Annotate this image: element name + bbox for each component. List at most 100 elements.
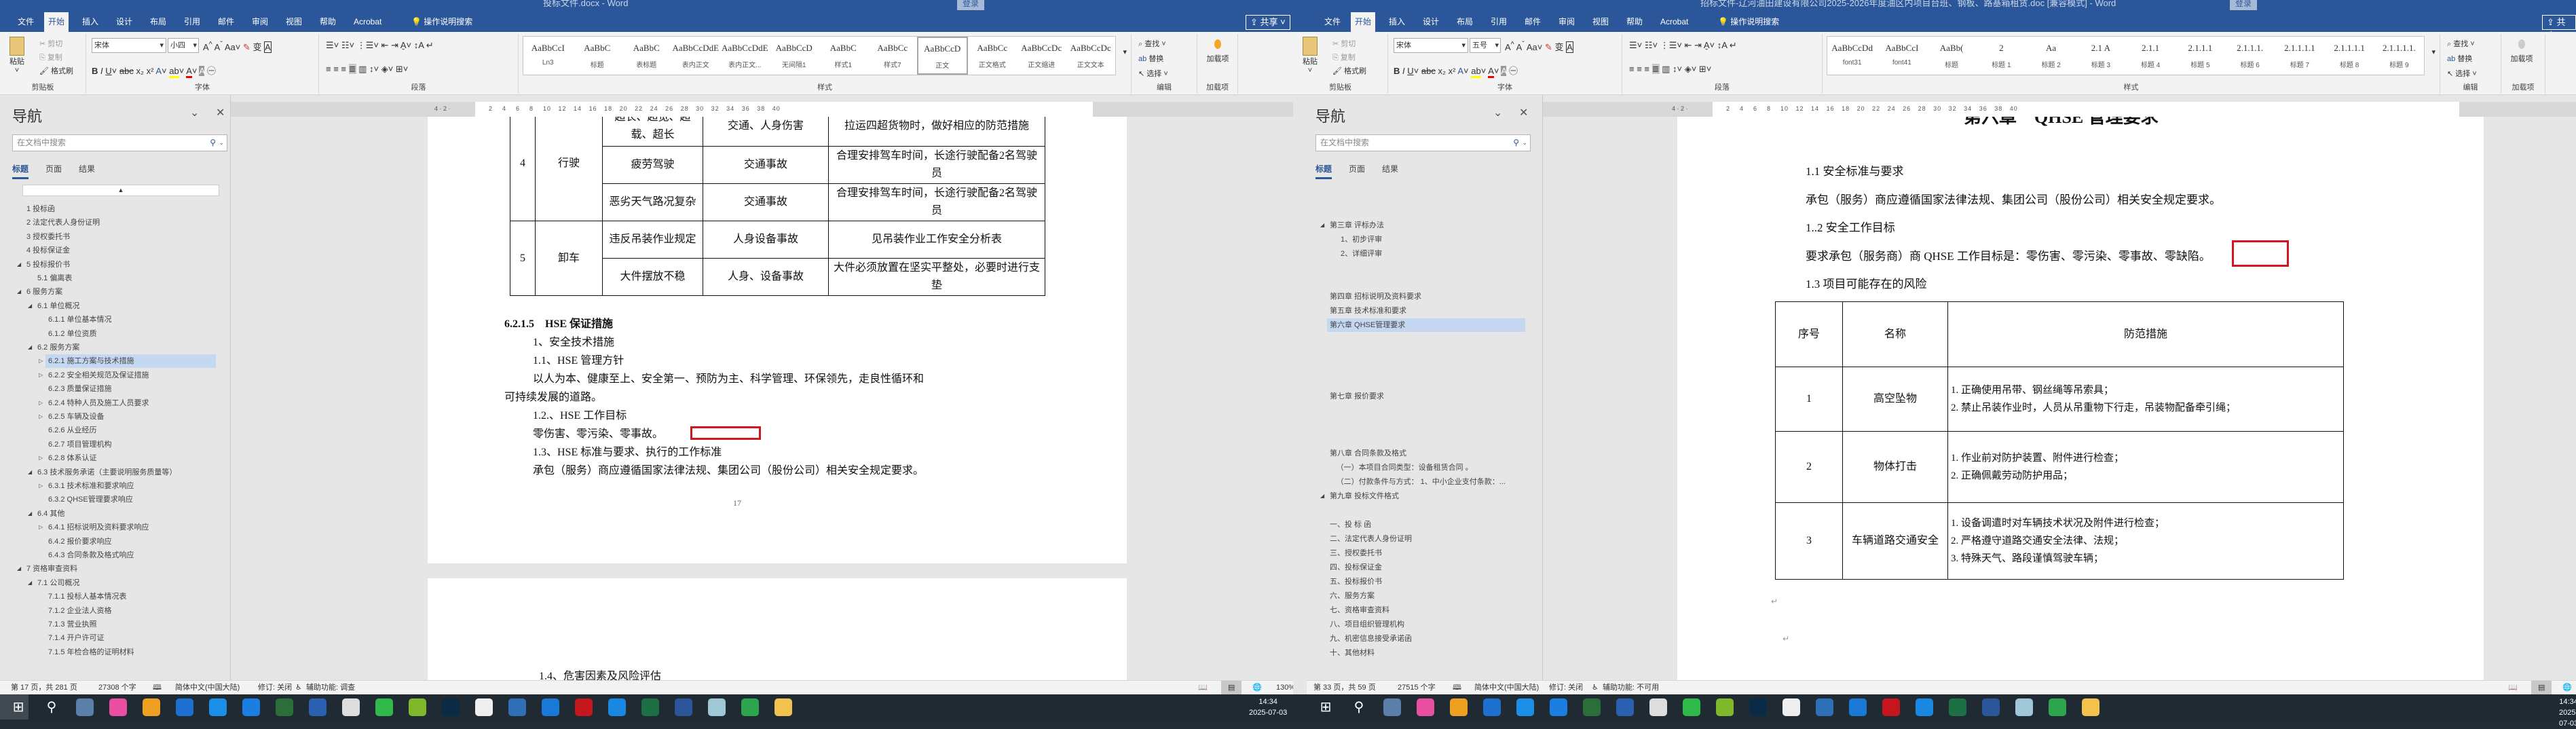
expand-triangle-icon[interactable]: ▷ xyxy=(39,400,43,406)
nav-heading-item[interactable]: 第六章 QHSE管理要求 xyxy=(1327,318,1525,332)
tab-5[interactable]: 引用 xyxy=(1487,12,1511,32)
accessibility-status[interactable]: 辅助功能: 调查 xyxy=(306,681,355,694)
close-icon[interactable]: ✕ xyxy=(216,106,225,119)
nav-heading-item[interactable]: 6.2.3 质量保证措施 xyxy=(45,382,112,396)
tab-7[interactable]: 审阅 xyxy=(248,12,272,32)
horizontal-ruler[interactable]: 4 · 2 · 2 4 6 8 10 12 14 16 18 20 22 24 2… xyxy=(1543,102,2576,117)
nav-heading-item[interactable]: 第五章 技术标准和要求 xyxy=(1327,304,1406,318)
style-item[interactable]: AaBbCcDdE 表内正文 xyxy=(671,37,721,75)
document-body[interactable]: 1.1 安全标准与要求 承包（服务）商应遵循国家法律法规、集团公司（股份公司）相关… xyxy=(1806,157,2221,299)
replace-button[interactable]: ab 替换 xyxy=(2447,53,2472,64)
dark-app-icon[interactable] xyxy=(1583,698,1601,716)
nav-heading-item[interactable]: 第三章 评标办法 xyxy=(1327,219,1384,232)
track-changes[interactable]: 修订: 关闭 xyxy=(1549,681,1583,694)
nav-heading-item[interactable]: 第九章 投标文件格式 xyxy=(1327,489,1399,503)
proofing-icon[interactable]: 🕮 xyxy=(153,681,162,694)
language[interactable]: 简体中文(中国大陆) xyxy=(175,681,240,694)
tab-8[interactable]: 视图 xyxy=(1588,12,1613,32)
web-layout-icon[interactable]: 🌐 xyxy=(2562,681,2572,694)
close-icon[interactable]: ✕ xyxy=(1519,106,1528,119)
nav-heading-item[interactable]: 7.1.1 投标人基本情况表 xyxy=(45,590,127,603)
nav-tab-2[interactable]: 结果 xyxy=(1382,163,1398,174)
tab-3[interactable]: 设计 xyxy=(112,12,136,32)
word-count[interactable]: 27308 个字 xyxy=(98,681,136,694)
nav-tab-2[interactable]: 结果 xyxy=(79,163,95,174)
tab-1[interactable]: 开始 xyxy=(1351,12,1376,32)
font-format-row[interactable]: B I U˅ abc x₂ x² A˅ ab˅ A˅ A ㊀ xyxy=(92,64,216,78)
xd-app-icon[interactable] xyxy=(1816,698,1833,716)
tab-2[interactable]: 插入 xyxy=(78,12,102,32)
xd-app-icon[interactable] xyxy=(508,698,526,716)
nav-heading-item[interactable]: 三、授权委托书 xyxy=(1327,546,1382,560)
nav-heading-item[interactable]: 十、其他材料 xyxy=(1327,646,1375,660)
calculator-icon[interactable] xyxy=(76,698,94,716)
track-changes[interactable]: 修订: 关闭 xyxy=(258,681,292,694)
accessibility-icon[interactable]: ♿︎ xyxy=(1592,681,1599,694)
nav-heading-item[interactable] xyxy=(1327,504,1330,517)
tab-3[interactable]: 设计 xyxy=(1419,12,1443,32)
search-app-icon[interactable] xyxy=(1849,698,1867,716)
photoshop-icon[interactable] xyxy=(442,698,460,716)
dots-app-icon[interactable] xyxy=(1483,698,1501,716)
collapse-triangle-icon[interactable]: ◢ xyxy=(28,580,32,586)
tab-9[interactable]: 帮助 xyxy=(1622,12,1647,32)
style-item[interactable]: AaBbCcI font41 xyxy=(1877,37,1926,75)
collapse-triangle-icon[interactable]: ◢ xyxy=(17,565,21,572)
ring-app-icon[interactable] xyxy=(1550,698,1567,716)
nav-heading-item[interactable]: 7.1 公司概况 xyxy=(35,576,79,590)
nav-heading-item[interactable]: 6.2.4 特种人员及施工人员要求 xyxy=(45,396,149,410)
nav-heading-item[interactable]: 六、服务方案 xyxy=(1327,589,1375,603)
nav-heading-item[interactable]: 第四章 招标说明及资料要求 xyxy=(1327,290,1421,303)
browser-app-icon[interactable] xyxy=(1916,698,1933,716)
globe-app-icon[interactable] xyxy=(1616,698,1634,716)
expand-triangle-icon[interactable]: ▷ xyxy=(39,358,43,364)
paste-button[interactable]: 粘贴 ˅ xyxy=(1303,37,1318,75)
paste-button[interactable]: 粘贴 ˅ xyxy=(10,37,24,75)
nav-heading-item[interactable]: 7.1.4 开户许可证 xyxy=(45,631,105,645)
cut-button[interactable]: ✂ 剪切 xyxy=(1332,38,1356,49)
acrobat-icon[interactable] xyxy=(1882,698,1900,716)
green-pen-app-icon[interactable] xyxy=(1716,698,1734,716)
chevron-down-icon[interactable]: ⌄ xyxy=(219,135,224,151)
addins-button[interactable]: 加载项 xyxy=(1206,39,1230,64)
word-count[interactable]: 27515 个字 xyxy=(1398,681,1436,694)
page-count[interactable]: 第 17 页，共 281 页 xyxy=(11,681,77,694)
expand-triangle-icon[interactable]: ▷ xyxy=(39,524,43,530)
nav-heading-item[interactable]: 6.4.3 合同条款及格式响应 xyxy=(45,548,134,562)
nav-heading-item[interactable]: 6.2.8 体系认证 xyxy=(45,451,97,465)
document-body[interactable]: 6.2.1.5 HSE 保证措施 1、安全技术措施 1.1、HSE 管理方针 以人为本… xyxy=(504,315,1041,480)
style-item[interactable]: 2.1.1.1.1 标题 7 xyxy=(2275,37,2324,75)
tab-10[interactable]: Acrobat xyxy=(350,12,386,32)
font-size-select[interactable]: 小四 ▾ xyxy=(168,38,199,53)
nav-heading-item[interactable]: 6.4.1 招标说明及资料要求响应 xyxy=(45,521,149,534)
nav-heading-item[interactable]: 6.1 单位概况 xyxy=(35,299,79,313)
nav-heading-item[interactable]: 6.3 技术服务承诺（主要说明服务质量等） xyxy=(35,466,176,479)
nav-heading-item[interactable]: 五、投标报价书 xyxy=(1327,575,1382,588)
select-button[interactable]: ↖ 选择 ˅ xyxy=(2447,68,2477,79)
phone-app-icon[interactable] xyxy=(342,698,360,716)
expand-triangle-icon[interactable]: ▷ xyxy=(39,372,43,378)
nav-heading-item[interactable]: 一、投 标 函 xyxy=(1327,518,1371,531)
green-pen-app-icon[interactable] xyxy=(409,698,426,716)
glass-app-icon[interactable] xyxy=(708,698,726,716)
select-button[interactable]: ↖ 选择 ˅ xyxy=(1138,68,1168,79)
style-item[interactable]: AaBbCc 样式7 xyxy=(868,37,918,75)
share-button[interactable]: ⇪ 共享 ˅ xyxy=(2542,15,2576,41)
nav-heading-item[interactable]: 八、项目组织管理机构 xyxy=(1327,618,1404,631)
style-item[interactable]: AaBbCc 正文格式 xyxy=(968,37,1018,75)
nav-heading-item[interactable] xyxy=(1327,361,1330,375)
nav-heading-item[interactable]: 6.4.2 报价要求响应 xyxy=(45,535,112,548)
share-button[interactable]: ⇪ 共享 ˅ xyxy=(1246,15,1290,30)
tab-5[interactable]: 引用 xyxy=(180,12,204,32)
find-button[interactable]: ⌕ 查找 ˅ xyxy=(1138,38,1166,49)
collapse-all-button[interactable]: ▲ xyxy=(22,185,219,196)
nav-heading-item[interactable]: （二）付款条件与方式： 1、中小企业支付条款：... xyxy=(1334,475,1506,489)
nav-heading-item[interactable]: 4 投标保证金 xyxy=(24,244,70,257)
wechat-icon[interactable] xyxy=(1683,698,1700,716)
style-item[interactable]: AaBbCcD 无间隔1 xyxy=(770,37,819,75)
tab-6[interactable]: 邮件 xyxy=(214,12,238,32)
read-mode-icon[interactable]: 📖 xyxy=(2508,681,2518,694)
style-item[interactable]: AaBbC 样式1 xyxy=(819,37,868,75)
nav-heading-item[interactable]: 6 服务方案 xyxy=(24,285,62,299)
camera-app-icon[interactable] xyxy=(143,698,160,716)
